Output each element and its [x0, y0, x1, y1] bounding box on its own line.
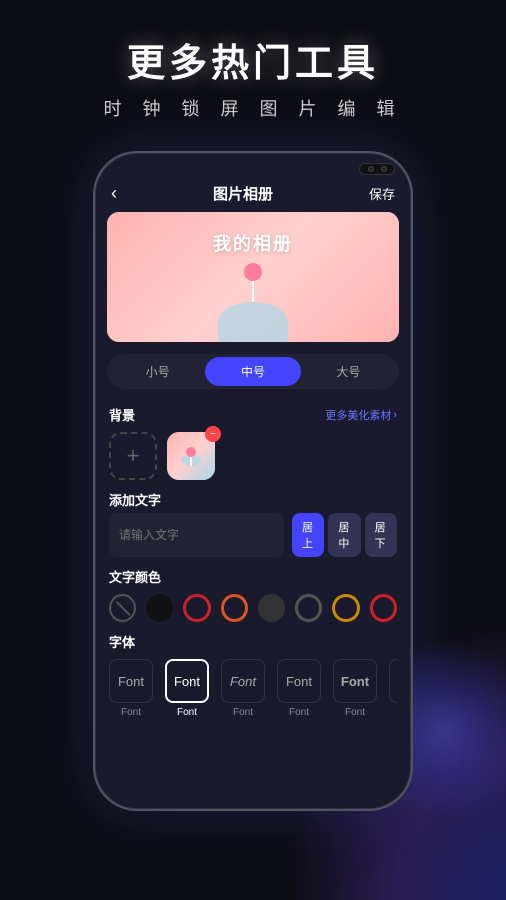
align-middle-button[interactable]: 居中	[328, 513, 360, 557]
phone-mockup: ‹ 图片相册 保存 我的相册 小号 中号 大号 背景 更多美化素材	[93, 151, 413, 811]
font-section: 字体 Font Font Font Font Font Font Font Fo…	[95, 626, 411, 722]
nav-save-button[interactable]: 保存	[369, 184, 395, 203]
font-preview-1: Font	[165, 659, 209, 703]
color-row	[109, 594, 397, 622]
background-header: 背景 更多美化素材 ›	[109, 405, 397, 424]
lollipop-plate	[218, 302, 288, 342]
font-section-label: 字体	[109, 632, 397, 651]
background-more-btn[interactable]: 更多美化素材 ›	[325, 407, 397, 423]
text-input-field[interactable]	[109, 513, 284, 557]
phone-top-bar	[95, 153, 411, 179]
phone-container: ‹ 图片相册 保存 我的相册 小号 中号 大号 背景 更多美化素材	[0, 151, 506, 811]
align-buttons: 居上 居中 居下	[292, 513, 397, 557]
align-top-button[interactable]: 居上	[292, 513, 324, 557]
font-item-3[interactable]: Font Font	[277, 659, 321, 718]
color-yellow-ring[interactable]	[332, 594, 359, 622]
size-selector: 小号 中号 大号	[107, 354, 399, 389]
background-add-button[interactable]: +	[109, 432, 157, 480]
font-item-0[interactable]: Font Font	[109, 659, 153, 718]
color-orange-ring[interactable]	[221, 594, 248, 622]
color-section: 文字颜色	[95, 561, 411, 626]
background-item-delete[interactable]: −	[205, 426, 221, 442]
camera-dot-1	[368, 166, 374, 172]
preview-lollipop	[218, 278, 288, 342]
font-item-5[interactable]: Fon Fon	[389, 659, 397, 718]
font-item-4[interactable]: Font Font	[333, 659, 377, 718]
font-preview-2: Font	[221, 659, 265, 703]
text-section-label: 添加文字	[109, 490, 397, 509]
background-item[interactable]: −	[167, 432, 215, 480]
font-label-3: Font	[289, 707, 309, 718]
color-red-ring[interactable]	[183, 594, 210, 622]
header: 更多热门工具 时 钟 锁 屏 图 片 编 辑	[0, 0, 506, 131]
color-dark-ring[interactable]	[295, 594, 322, 622]
font-label-2: Font	[233, 707, 253, 718]
font-preview-4: Font	[333, 659, 377, 703]
size-btn-medium[interactable]: 中号	[205, 357, 300, 386]
color-section-label: 文字颜色	[109, 567, 397, 586]
color-red-ring-2[interactable]	[370, 594, 397, 622]
size-btn-small[interactable]: 小号	[110, 357, 205, 386]
phone-camera	[359, 163, 395, 175]
nav-back-button[interactable]: ‹	[111, 183, 117, 204]
size-btn-large[interactable]: 大号	[301, 357, 396, 386]
color-none-option[interactable]	[109, 594, 136, 622]
preview-text: 我的相册	[107, 230, 399, 256]
font-label-0: Font	[121, 707, 141, 718]
font-preview-3: Font	[277, 659, 321, 703]
camera-dot-2	[381, 166, 387, 172]
font-preview-0: Font	[109, 659, 153, 703]
background-label: 背景	[109, 405, 135, 424]
nav-title: 图片相册	[213, 183, 273, 204]
nav-bar: ‹ 图片相册 保存	[95, 179, 411, 212]
header-subtitle: 时 钟 锁 屏 图 片 编 辑	[20, 95, 486, 121]
background-items: + −	[109, 432, 397, 480]
align-bottom-button[interactable]: 居下	[365, 513, 397, 557]
color-dark[interactable]	[258, 594, 285, 622]
preview-area: 我的相册	[107, 212, 399, 342]
font-preview-5: Fon	[389, 659, 397, 703]
font-row: Font Font Font Font Font Font Font Font …	[109, 659, 397, 718]
background-section: 背景 更多美化素材 › + −	[95, 399, 411, 484]
text-section: 添加文字 居上 居中 居下	[95, 484, 411, 561]
text-input-row: 居上 居中 居下	[109, 513, 397, 557]
font-item-1[interactable]: Font Font	[165, 659, 209, 718]
font-label-1: Font	[177, 707, 197, 718]
color-black[interactable]	[146, 594, 173, 622]
font-label-4: Font	[345, 707, 365, 718]
font-item-2[interactable]: Font Font	[221, 659, 265, 718]
lollipop-stick	[252, 278, 254, 302]
header-title: 更多热门工具	[20, 32, 486, 87]
lollipop-ball	[244, 263, 262, 281]
